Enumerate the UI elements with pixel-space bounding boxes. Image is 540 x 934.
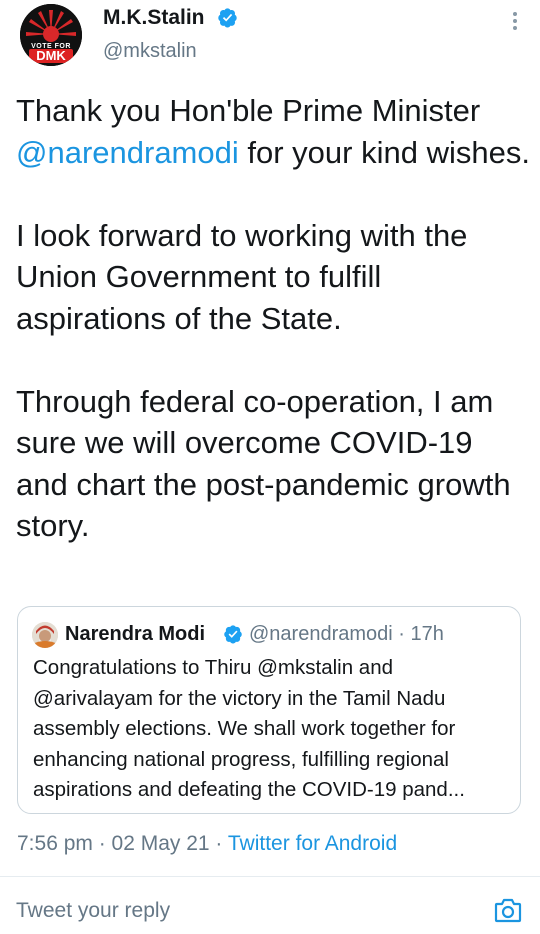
quoted-tweet-text: Congratulations to Thiru @mkstalin and @… [33, 653, 511, 806]
author-handle[interactable]: @mkstalin [103, 40, 197, 63]
tweet-paragraph-3: Through federal co-operation, I am sure … [16, 383, 511, 544]
quoted-line: enhancing national progress, fulfilling … [33, 747, 449, 771]
tweet-paragraph-2: I look forward to working with the Union… [16, 217, 468, 336]
quoted-handle-time: @narendramodi · 17h [249, 623, 444, 645]
author-name[interactable]: M.K.Stalin [103, 6, 205, 30]
camera-icon[interactable] [494, 897, 522, 923]
quoted-line: assembly elections. We shall work togeth… [33, 717, 456, 740]
avatar-party: DMK [29, 49, 73, 63]
reply-bar: Tweet your reply [0, 877, 540, 934]
quoted-line: aspirations and defeating the COVID-19 p… [33, 778, 465, 801]
quoted-author-name[interactable]: Narendra Modi [65, 623, 205, 646]
author-avatar[interactable]: VOTE FOR DMK [20, 4, 82, 66]
tweet-source-link[interactable]: Twitter for Android [228, 832, 397, 855]
tweet-timestamp: 7:56 pm · 02 May 21 · [17, 832, 228, 855]
quoted-author-avatar[interactable] [32, 622, 58, 648]
reply-input[interactable]: Tweet your reply [16, 899, 170, 923]
portrait-icon [32, 622, 58, 648]
mention-link[interactable]: @narendramodi [16, 135, 239, 170]
quoted-line: @arivalayam for the victory in the Tamil… [33, 686, 446, 710]
tweet-text: Thank you Hon'ble Prime Minister @narendr… [16, 90, 531, 547]
more-options-icon[interactable] [505, 10, 525, 32]
verified-badge-icon [218, 8, 237, 28]
verified-badge-icon [224, 625, 242, 644]
tweet-timestamp-line: 7:56 pm · 02 May 21 · Twitter for Androi… [17, 832, 397, 856]
tweet-header: VOTE FOR DMK M.K.Stalin @mkstalin [0, 0, 540, 90]
tweet-paragraph-1: Thank you Hon'ble Prime Minister @narendr… [16, 93, 530, 170]
quoted-line: Congratulations to Thiru @mkstalin and [33, 656, 394, 679]
quoted-tweet-card[interactable]: Narendra Modi @narendramodi · 17h Congra… [17, 606, 521, 814]
emoji-peek-icon [270, 0, 310, 6]
